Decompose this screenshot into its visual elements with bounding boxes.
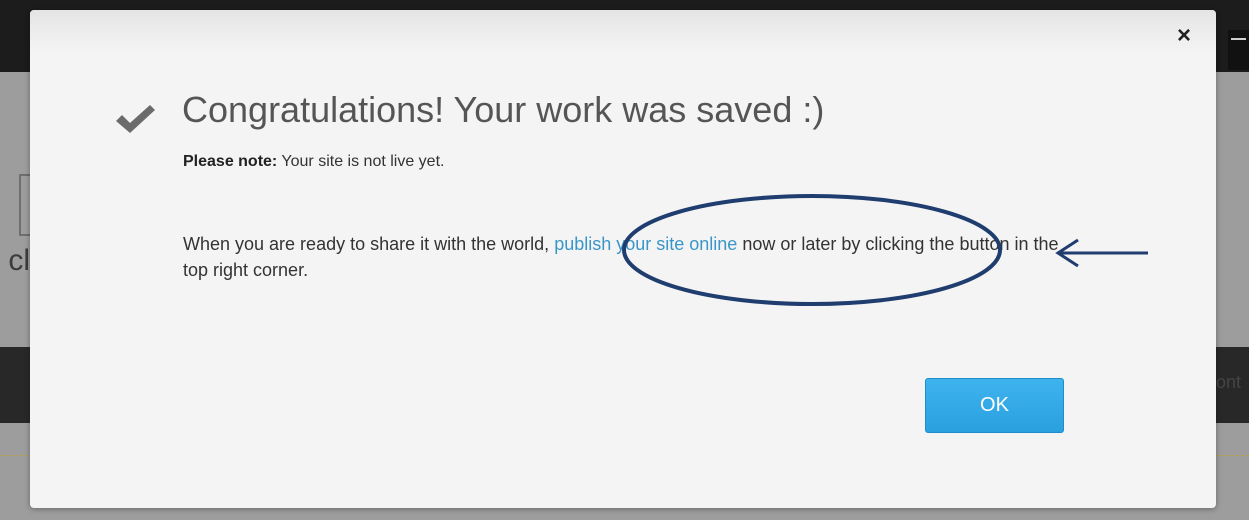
note-line: Please note: Your site is not live yet. (183, 153, 444, 171)
checkmark-icon (116, 105, 155, 133)
close-button[interactable]: × (1172, 24, 1196, 48)
background-left-text: cl (8, 244, 30, 277)
note-label: Please note: (183, 153, 278, 170)
share-text-before: When you are ready to share it with the … (183, 234, 550, 254)
publish-site-link[interactable]: publish your site online (554, 234, 737, 254)
dialog-top-shade (30, 10, 1216, 52)
background-menu-mark (1231, 38, 1246, 40)
dialog-title: Congratulations! Your work was saved :) (182, 89, 825, 130)
background-top-right-control (1228, 30, 1249, 70)
save-confirmation-dialog: × Congratulations! Your work was saved :… (30, 10, 1216, 508)
share-instructions: When you are ready to share it with the … (183, 231, 1063, 283)
background-right-text: ont (1216, 372, 1242, 392)
note-text: Your site is not live yet. (281, 153, 445, 170)
ok-button[interactable]: OK (925, 378, 1064, 433)
